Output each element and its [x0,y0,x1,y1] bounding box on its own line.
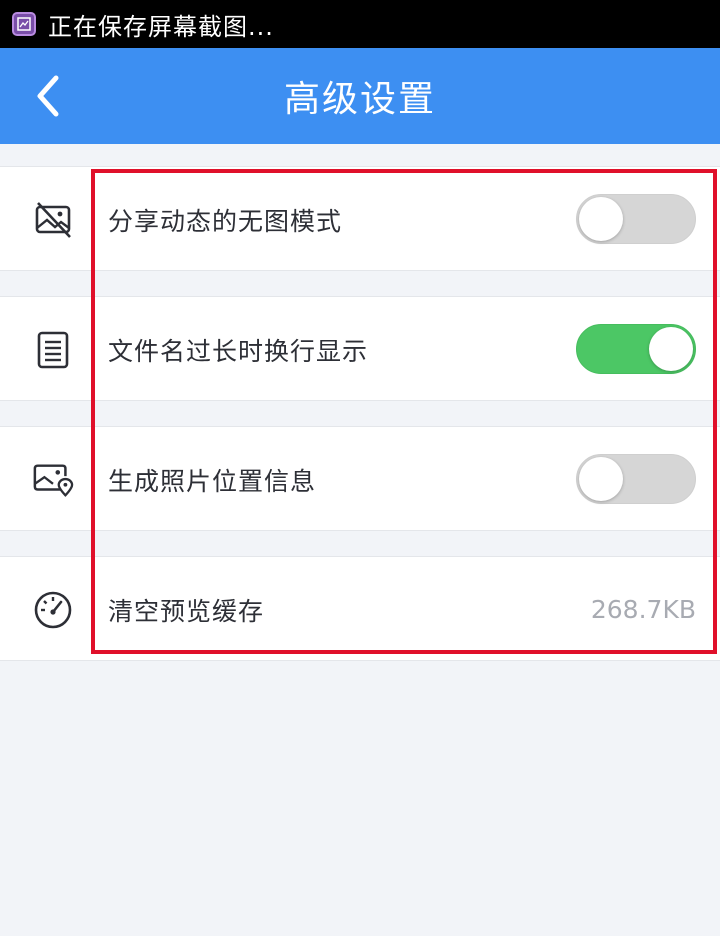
no-image-mode-toggle[interactable] [576,194,696,244]
screenshot-icon [12,12,36,36]
photo-location-icon [32,459,74,501]
setting-row-no-image-mode: 分享动态的无图模式 [0,166,720,271]
status-bar: 正在保存屏幕截图... [0,0,720,48]
setting-label: 分享动态的无图模式 [108,206,343,236]
no-image-icon [32,199,74,241]
setting-label: 生成照片位置信息 [108,466,317,496]
app-header: 高级设置 [0,48,720,144]
setting-row-photo-location: 生成照片位置信息 [0,426,720,531]
cache-size-value: 268.7KB [590,595,696,624]
speedometer-icon [32,589,74,631]
page-title: 高级设置 [283,79,436,120]
wrap-filename-toggle[interactable] [576,324,696,374]
setting-label: 清空预览缓存 [108,596,265,626]
toggle-knob [649,327,693,371]
toggle-knob [579,457,623,501]
setting-label: 文件名过长时换行显示 [108,336,369,366]
document-lines-icon [32,329,74,371]
setting-row-clear-cache[interactable]: 清空预览缓存 268.7KB [0,556,720,661]
setting-row-wrap-filename: 文件名过长时换行显示 [0,296,720,401]
chevron-left-icon [37,75,59,117]
toggle-knob [579,197,623,241]
back-button[interactable] [20,66,76,126]
photo-location-toggle[interactable] [576,454,696,504]
status-text: 正在保存屏幕截图... [48,12,274,41]
